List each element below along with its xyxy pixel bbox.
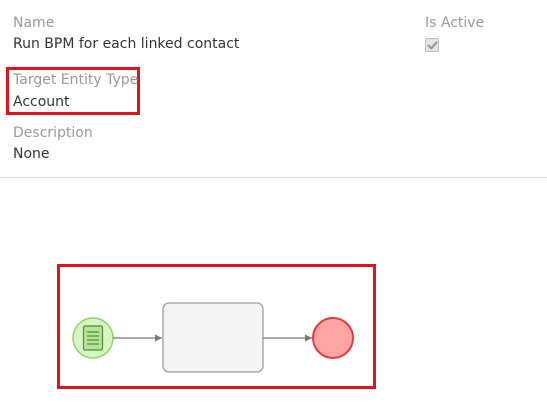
bpm-flowchart [72, 302, 354, 373]
end-event[interactable] [312, 317, 354, 359]
start-event[interactable] [72, 317, 114, 359]
task-node[interactable] [162, 302, 264, 373]
task-list-icon [82, 325, 104, 351]
workflow-detail-page: Name Run BPM for each linked contact Is … [0, 0, 547, 407]
